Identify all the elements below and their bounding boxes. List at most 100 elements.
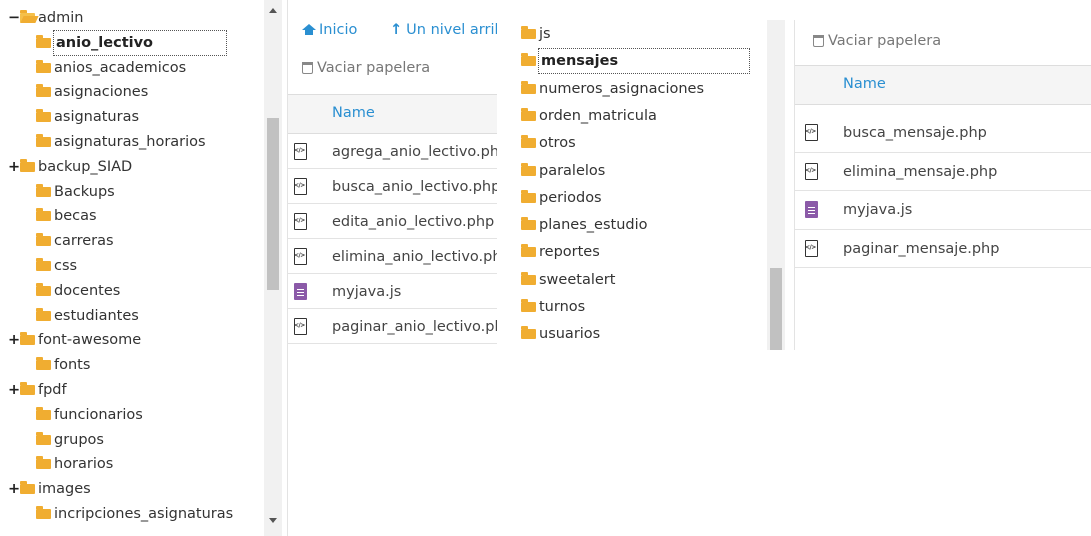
file-row[interactable]: edita_anio_lectivo.php [288,204,498,239]
scrollbar-thumb[interactable] [770,268,782,350]
tree-item[interactable]: anios_academicos [8,56,186,80]
tree-item[interactable]: css [8,254,77,278]
tree-item[interactable]: carreras [8,229,114,253]
empty-trash-button[interactable]: Vaciar papelera [813,31,941,51]
tree-item[interactable]: fonts [8,353,90,377]
up-level-button[interactable]: ↑ Un nivel arrib [390,20,498,40]
file-row[interactable]: busca_anio_lectivo.php [288,169,498,204]
tree-item[interactable]: grupos [8,428,104,452]
tree-item[interactable]: numeros_asignaciones [521,77,704,101]
tree-item[interactable]: anio_lectivo [8,29,227,56]
file-row[interactable]: busca_mensaje.php [795,114,1091,153]
tree-item[interactable]: docentes [8,279,120,303]
empty-trash-button[interactable]: Vaciar papelera [302,58,430,78]
expand-icon[interactable]: + [8,477,20,501]
file-row[interactable]: agrega_anio_lectivo.php [288,134,498,169]
folder-icon [36,109,51,123]
expand-icon[interactable]: + [8,378,20,402]
tree-item-label: estudiantes [54,307,139,324]
tree-item[interactable]: horarios [8,452,113,476]
tree-item[interactable]: asignaturas_horarios [8,130,206,154]
tree-item[interactable]: + fpdf [8,378,67,402]
tree-item[interactable]: usuarios [521,322,600,346]
tree-item[interactable]: Backups [8,180,115,204]
expand-icon[interactable]: + [8,155,20,179]
tree-item-label: Backups [54,183,115,200]
file-name: myjava.js [332,283,402,300]
tree-item[interactable]: + backup_SIAD [8,155,132,179]
file-row[interactable]: myjava.js [288,274,498,309]
scroll-up-arrow-icon[interactable] [269,8,277,13]
tree-item[interactable]: mensajes [521,48,750,75]
tree-item[interactable]: asignaturas [8,105,139,129]
tree-item[interactable]: otros [521,131,576,155]
php-file-icon [805,162,818,180]
php-file-icon [294,317,307,335]
folder-icon [36,456,51,470]
left-tree-scrollbar[interactable] [264,0,282,536]
tree-item[interactable]: js [521,22,551,46]
tree-item[interactable]: + images [8,477,91,501]
tree-item-label: mensajes [538,48,750,75]
center-tree-scrollbar[interactable] [767,20,785,350]
folder-icon [36,208,51,222]
tree-item[interactable]: estudiantes [8,304,139,328]
right-files-panel: Vaciar papelera Name busca_mensaje.phpel… [794,20,1091,350]
file-name: elimina_anio_lectivo.php [332,248,498,265]
php-file-icon [805,239,818,257]
scroll-down-arrow-icon[interactable] [269,518,277,523]
tree-item[interactable]: becas [8,204,97,228]
folder-icon [36,34,51,48]
file-name: paginar_mensaje.php [843,240,1000,257]
folder-icon [521,326,536,340]
file-row[interactable]: elimina_anio_lectivo.php [288,239,498,274]
tree-item[interactable]: asignaciones [8,80,148,104]
tree-item-label: planes_estudio [539,217,648,234]
folder-icon [36,506,51,519]
home-button[interactable]: Inicio [302,20,357,40]
tree-item[interactable]: sweetalert [521,268,615,292]
folder-icon [521,299,536,312]
js-file-icon [294,282,307,300]
column-header-name[interactable]: Name [332,105,375,121]
tree-item-label: becas [54,208,97,225]
scrollbar-thumb[interactable] [267,118,279,290]
trash-icon [302,62,313,74]
empty-trash-label: Vaciar papelera [828,33,942,49]
folder-icon [36,258,51,271]
tree-item-label: incripciones_asignaturas [54,506,234,522]
tree-item[interactable]: − admin [8,6,83,30]
file-row[interactable]: paginar_mensaje.php [795,230,1091,268]
tree-item-label: images [38,481,91,498]
tree-item-label: otros [539,135,576,152]
file-name: elimina_mensaje.php [843,163,998,180]
file-name: agrega_anio_lectivo.php [332,143,498,160]
php-file-icon [805,124,818,142]
tree-item[interactable]: periodos [521,186,602,210]
tree-item[interactable]: funcionarios [8,403,143,427]
tree-item-label: asignaturas [54,109,140,126]
file-row[interactable]: myjava.js [795,191,1091,230]
collapse-icon[interactable]: − [8,6,20,30]
center-tree-panel: js mensajes numeros_asignaciones orden_matr… [497,20,787,350]
tree-item[interactable]: paralelos [521,159,605,183]
folder-icon [521,80,536,94]
tree-item[interactable]: incripciones_asignaturas [8,502,233,526]
tree-item-label: orden_matricula [539,107,657,124]
tree-item[interactable]: orden_matricula [521,104,657,128]
tree-item[interactable]: turnos [521,295,585,319]
folder-icon [36,84,51,98]
folder-open-icon [20,10,35,23]
tree-item[interactable]: reportes [521,240,600,264]
folder-icon [36,59,51,73]
tree-item-label: asignaturas_horarios [54,134,206,150]
folder-icon [36,307,51,321]
tree-item-label: font-awesome [38,332,142,349]
js-file-icon [805,201,818,219]
file-row[interactable]: paginar_anio_lectivo.php [288,309,498,344]
tree-item[interactable]: + font-awesome [8,328,141,352]
tree-item[interactable]: planes_estudio [521,213,648,237]
file-row[interactable]: elimina_mensaje.php [795,153,1091,191]
expand-icon[interactable]: + [8,328,20,352]
column-header-name[interactable]: Name [843,76,886,92]
